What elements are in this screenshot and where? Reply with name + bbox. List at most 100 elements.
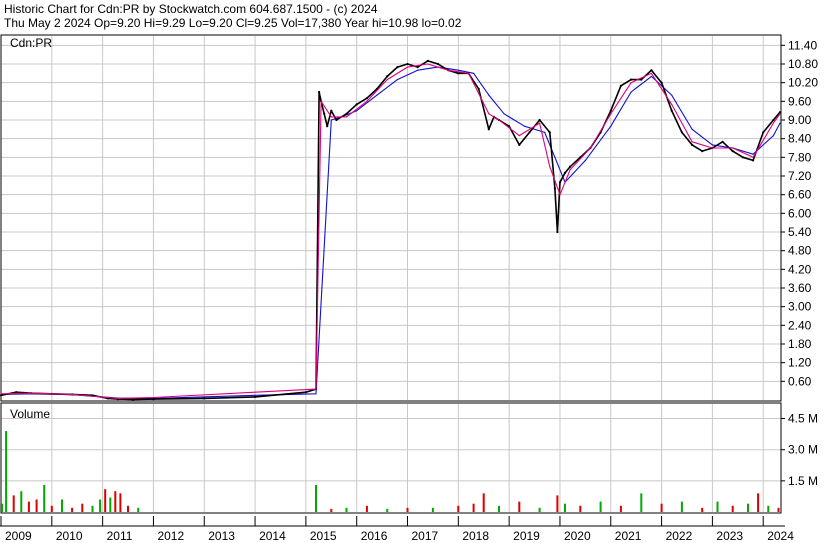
x-tick-label: 2021	[615, 529, 642, 543]
price-y-tick-label: 10.80	[788, 57, 818, 71]
volume-bar	[482, 493, 485, 512]
series-point-ma_short	[671, 103, 673, 105]
volume-bar	[386, 508, 389, 512]
volume-bar	[365, 505, 368, 512]
series-point-ma_long	[523, 125, 526, 127]
series-point-ma_short	[732, 147, 734, 149]
series-point-price	[335, 118, 338, 122]
volume-bar	[579, 505, 582, 512]
x-tick-label: 2024	[767, 529, 794, 543]
series-point-ma_short	[406, 66, 409, 68]
volume-bar	[619, 505, 622, 512]
series-point-ma_short	[779, 113, 781, 115]
series-point-price	[741, 156, 745, 159]
volume-bar	[518, 501, 521, 512]
series-point-price	[778, 111, 782, 114]
price-panel-title: Cdn:PR	[10, 36, 52, 50]
series-point-price	[365, 97, 368, 100]
volume-bar	[12, 495, 15, 512]
series-point-ma_short	[752, 156, 754, 158]
volume-bars	[1, 431, 780, 512]
series-point-ma_long	[772, 135, 775, 137]
series-point-ma_short	[691, 141, 693, 143]
series-point-price	[436, 62, 440, 66]
series-point-price	[558, 181, 562, 184]
volume-bar	[564, 503, 566, 512]
volume-y-tick-label: 1.5 M	[788, 474, 818, 488]
volume-bar	[27, 501, 30, 512]
series-point-price	[569, 165, 572, 168]
volume-bar	[345, 507, 348, 512]
x-tick-label: 2017	[412, 529, 439, 543]
series-point-price	[609, 109, 612, 112]
x-tick-label: 2018	[462, 529, 489, 543]
volume-bar	[498, 505, 500, 512]
series-point-ma_short	[549, 166, 551, 168]
volume-bar	[660, 503, 663, 512]
volume-bar	[81, 503, 84, 512]
price-y-tick-label: 7.20	[788, 169, 812, 183]
series-point-ma_short	[711, 147, 714, 149]
series-point-price	[691, 143, 694, 146]
series-point-ma_short	[345, 116, 348, 118]
volume-bar	[538, 507, 541, 512]
series-point-ma_long	[503, 113, 505, 115]
series-point-ma_short	[610, 113, 612, 115]
price-y-tick-label: 6.60	[788, 188, 812, 202]
series-point-price	[0, 394, 3, 397]
series-point-price	[670, 109, 673, 112]
volume-bar	[109, 497, 112, 512]
volume-bar	[99, 499, 102, 512]
series-point-price	[553, 187, 557, 190]
series-point-price	[538, 118, 541, 122]
series-point-price	[660, 81, 663, 84]
x-tick-label: 2014	[259, 529, 286, 543]
series-point-ma_short	[152, 396, 154, 399]
volume-bar	[91, 505, 94, 512]
series-point-ma_short	[772, 122, 775, 124]
series-point-price	[355, 103, 358, 106]
series-point-ma_short	[0, 393, 2, 395]
series-point-ma_long	[691, 128, 693, 130]
series-point-ma_short	[315, 388, 317, 390]
price-grid	[1, 44, 781, 382]
volume-bar	[137, 507, 140, 512]
series-line-price	[0, 60, 781, 401]
series-point-price	[426, 59, 429, 63]
series-point-price	[416, 66, 419, 69]
x-tick-label: 2012	[157, 529, 184, 543]
price-y-tick-label: 3.00	[788, 300, 812, 314]
series-point-price	[386, 75, 389, 78]
series-line-ma_long	[0, 66, 781, 399]
series-point-ma_short	[467, 72, 470, 74]
series-point-price	[326, 125, 329, 128]
series-point-ma_short	[589, 147, 592, 149]
series-point-price	[556, 230, 559, 234]
series-point-price	[345, 112, 348, 115]
volume-y-ticks: 4.5 M 3.0 M 1.5 M	[781, 412, 818, 488]
series-point-price	[318, 90, 321, 94]
series-point-price	[203, 397, 206, 400]
volume-bar	[472, 503, 475, 512]
series-point-ma_long	[711, 144, 714, 146]
price-y-tick-label: 1.80	[788, 337, 812, 351]
series-point-ma_short	[447, 69, 449, 71]
series-point-price	[330, 109, 333, 112]
series-point-ma_short	[254, 391, 256, 393]
series-point-price	[650, 69, 653, 72]
series-point-price	[396, 66, 399, 69]
series-point-ma_long	[315, 393, 317, 395]
volume-bar	[406, 507, 409, 512]
series-point-price	[487, 128, 490, 131]
series-point-ma_short	[30, 392, 33, 394]
series-point-ma_long	[650, 75, 653, 77]
series-line-ma_short	[0, 63, 781, 399]
volume-bar	[1, 503, 3, 512]
series-point-ma_long	[752, 153, 754, 155]
x-tick-label: 2022	[666, 529, 693, 543]
volume-panel-title: Volume	[10, 407, 50, 421]
series-point-ma_long	[584, 159, 587, 161]
price-y-tick-label: 0.60	[788, 374, 812, 388]
series-point-ma_short	[539, 122, 541, 124]
series-point-ma_long	[376, 94, 378, 96]
